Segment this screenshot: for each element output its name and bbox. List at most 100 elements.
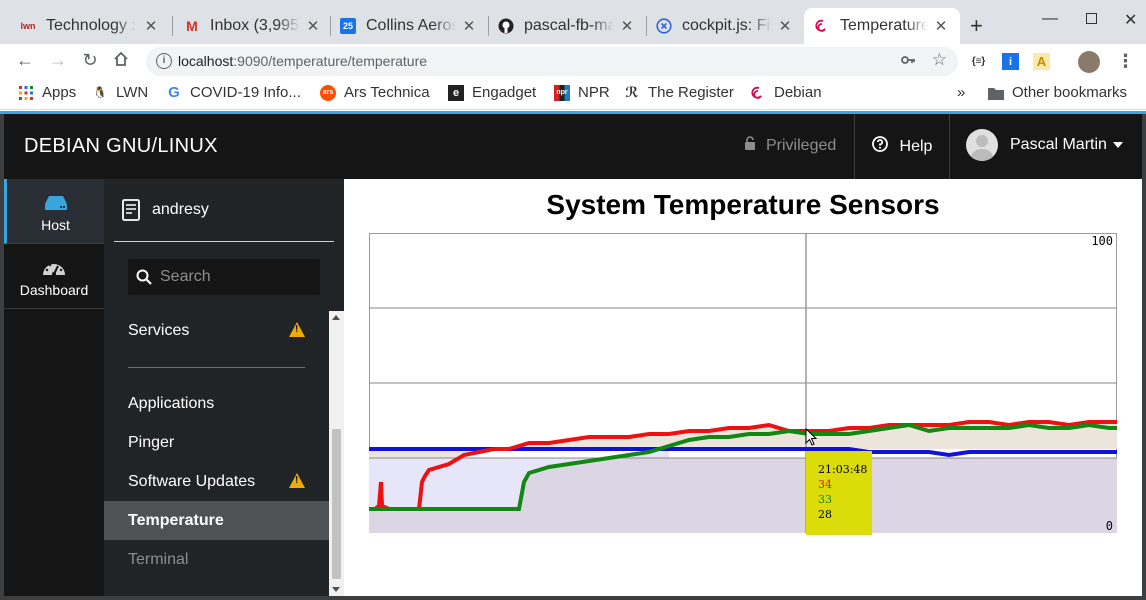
- tab-temperature[interactable]: Temperature ✕: [804, 8, 960, 44]
- menu-label: Temperature: [128, 511, 224, 529]
- bookmark-register[interactable]: ℛ The Register: [624, 84, 733, 101]
- nav-label: Dashboard: [19, 282, 89, 298]
- bookmark-covid[interactable]: G COVID-19 Info...: [166, 84, 301, 101]
- home-icon[interactable]: [110, 50, 132, 73]
- bookmark-label: Debian: [774, 84, 822, 101]
- y-tick-min: 0: [1106, 519, 1113, 533]
- user-menu[interactable]: Pascal Martin: [966, 129, 1123, 161]
- maximize-button[interactable]: [1086, 13, 1097, 24]
- menu-temperature[interactable]: Temperature: [104, 501, 329, 540]
- scroll-down-icon[interactable]: [332, 587, 340, 592]
- info-icon[interactable]: i: [156, 53, 172, 69]
- menu-applications[interactable]: Applications: [104, 384, 329, 423]
- x-circle-icon: [656, 18, 672, 34]
- menu-software-updates[interactable]: Software Updates: [104, 462, 329, 501]
- warning-icon: [289, 473, 305, 488]
- window-border-bottom: [0, 596, 1146, 600]
- url-text[interactable]: localhost:9090/temperature/temperature: [178, 53, 427, 69]
- tab-title: Temperature: [840, 17, 928, 34]
- bookmark-engadget[interactable]: e Engadget: [448, 84, 536, 101]
- calendar-icon: 25: [340, 18, 356, 34]
- help-label: Help: [899, 137, 933, 155]
- warning-icon: [289, 322, 305, 337]
- bookmark-label: Apps: [42, 84, 77, 101]
- forward-arrow-icon[interactable]: →: [47, 50, 69, 71]
- bookmark-label: NPR: [578, 84, 610, 101]
- caret-down-icon: [1112, 142, 1123, 148]
- scrollbar-thumb[interactable]: [332, 429, 341, 579]
- font-extension-icon[interactable]: A: [1033, 53, 1050, 70]
- browser-toolbar: ← → ↻ i localhost:9090/temperature/tempe…: [0, 44, 1146, 78]
- minimize-button[interactable]: —: [1042, 10, 1058, 28]
- bookmark-apps[interactable]: Apps: [18, 84, 76, 101]
- json-extension-icon[interactable]: {≡}: [970, 53, 987, 70]
- bookmark-label: LWN: [116, 84, 149, 101]
- menu-pinger[interactable]: Pinger: [104, 423, 329, 462]
- tab-technology[interactable]: lwn Technology : N ✕: [10, 8, 170, 44]
- back-arrow-icon[interactable]: ←: [14, 50, 36, 71]
- menu-label: Applications: [128, 394, 215, 412]
- other-bookmarks[interactable]: Other bookmarks: [988, 84, 1127, 101]
- close-icon[interactable]: ✕: [304, 17, 322, 35]
- npr-icon: npr: [554, 84, 570, 101]
- close-icon[interactable]: ✕: [460, 17, 478, 35]
- bookmark-ars[interactable]: ars Ars Technica: [320, 84, 430, 101]
- gmail-icon: M: [186, 18, 198, 34]
- close-icon[interactable]: ✕: [776, 17, 794, 35]
- tab-collins[interactable]: 25 Collins Aerosp ✕: [330, 8, 488, 44]
- primary-nav: Host Dashboard: [4, 179, 104, 596]
- privileged-label: Privileged: [766, 136, 837, 154]
- window-close-button[interactable]: ✕: [1124, 10, 1137, 30]
- reload-icon[interactable]: ↻: [79, 50, 101, 71]
- close-icon[interactable]: ✕: [142, 17, 160, 35]
- bookmark-npr[interactable]: npr NPR: [554, 84, 610, 101]
- lock-icon: [744, 136, 756, 155]
- scroll-up-icon[interactable]: [332, 315, 340, 320]
- key-icon[interactable]: [900, 52, 916, 71]
- profile-avatar[interactable]: [1078, 51, 1100, 73]
- tab-title: pascal-fb-ma: [524, 17, 614, 34]
- temperature-chart[interactable]: 100 0: [369, 233, 1117, 533]
- tab-strip: lwn Technology : N ✕ M Inbox (3,995) ✕ 2…: [0, 0, 1146, 44]
- bookmarks-overflow-button[interactable]: »: [957, 84, 965, 101]
- tab-inbox[interactable]: M Inbox (3,995) ✕: [174, 8, 332, 44]
- menu-divider: [128, 367, 305, 368]
- help-button[interactable]: Help: [854, 114, 950, 179]
- tab-github[interactable]: pascal-fb-ma ✕: [488, 8, 646, 44]
- menu-label: Pinger: [128, 433, 175, 451]
- bookmark-lwn[interactable]: 🐧 LWN: [92, 84, 148, 101]
- bookmark-star-icon[interactable]: ☆: [932, 50, 947, 70]
- tab-title: Inbox (3,995): [210, 17, 300, 34]
- address-bar[interactable]: i localhost:9090/temperature/temperature…: [146, 47, 958, 76]
- close-icon[interactable]: ✕: [618, 17, 636, 35]
- tooltip-value-blue: 28: [818, 508, 832, 521]
- tab-title: cockpit.js: File: [682, 17, 772, 34]
- menu-services[interactable]: Services: [104, 311, 329, 350]
- close-icon[interactable]: ✕: [932, 17, 950, 35]
- tab-cockpit-js[interactable]: cockpit.js: File ✕: [646, 8, 804, 44]
- window-border-right: [1142, 114, 1146, 600]
- menu-dots-icon[interactable]: ⋮: [1117, 51, 1135, 71]
- search-input[interactable]: Search: [128, 259, 320, 295]
- menu-label: Software Updates: [128, 472, 256, 490]
- nav-label: Host: [41, 217, 70, 233]
- bookmark-debian[interactable]: Debian: [750, 84, 822, 101]
- tab-title: Technology : N: [46, 17, 138, 34]
- bookmarks-bar: Apps 🐧 LWN G COVID-19 Info... ars Ars Te…: [0, 78, 1146, 110]
- info-extension-icon[interactable]: i: [1002, 53, 1019, 70]
- apps-grid-icon: [18, 85, 34, 101]
- privileged-status[interactable]: Privileged: [744, 136, 836, 155]
- new-tab-button[interactable]: +: [970, 13, 983, 39]
- masthead: DEBIAN GNU/LINUX Privileged Help Pascal …: [4, 114, 1142, 179]
- bookmark-label: Engadget: [472, 84, 537, 101]
- host-switcher[interactable]: andresy: [122, 199, 209, 221]
- nav-dashboard[interactable]: Dashboard: [4, 244, 104, 309]
- tooltip-value-red: 34: [818, 478, 832, 491]
- menu-terminal[interactable]: Terminal: [104, 540, 329, 579]
- ars-icon: ars: [320, 84, 336, 101]
- nav-host[interactable]: Host: [4, 179, 104, 244]
- mouse-cursor-icon: [805, 428, 818, 446]
- tab-title: Collins Aerosp: [366, 17, 456, 34]
- menu-label: Terminal: [128, 550, 189, 568]
- bookmark-label: Other bookmarks: [1012, 84, 1128, 101]
